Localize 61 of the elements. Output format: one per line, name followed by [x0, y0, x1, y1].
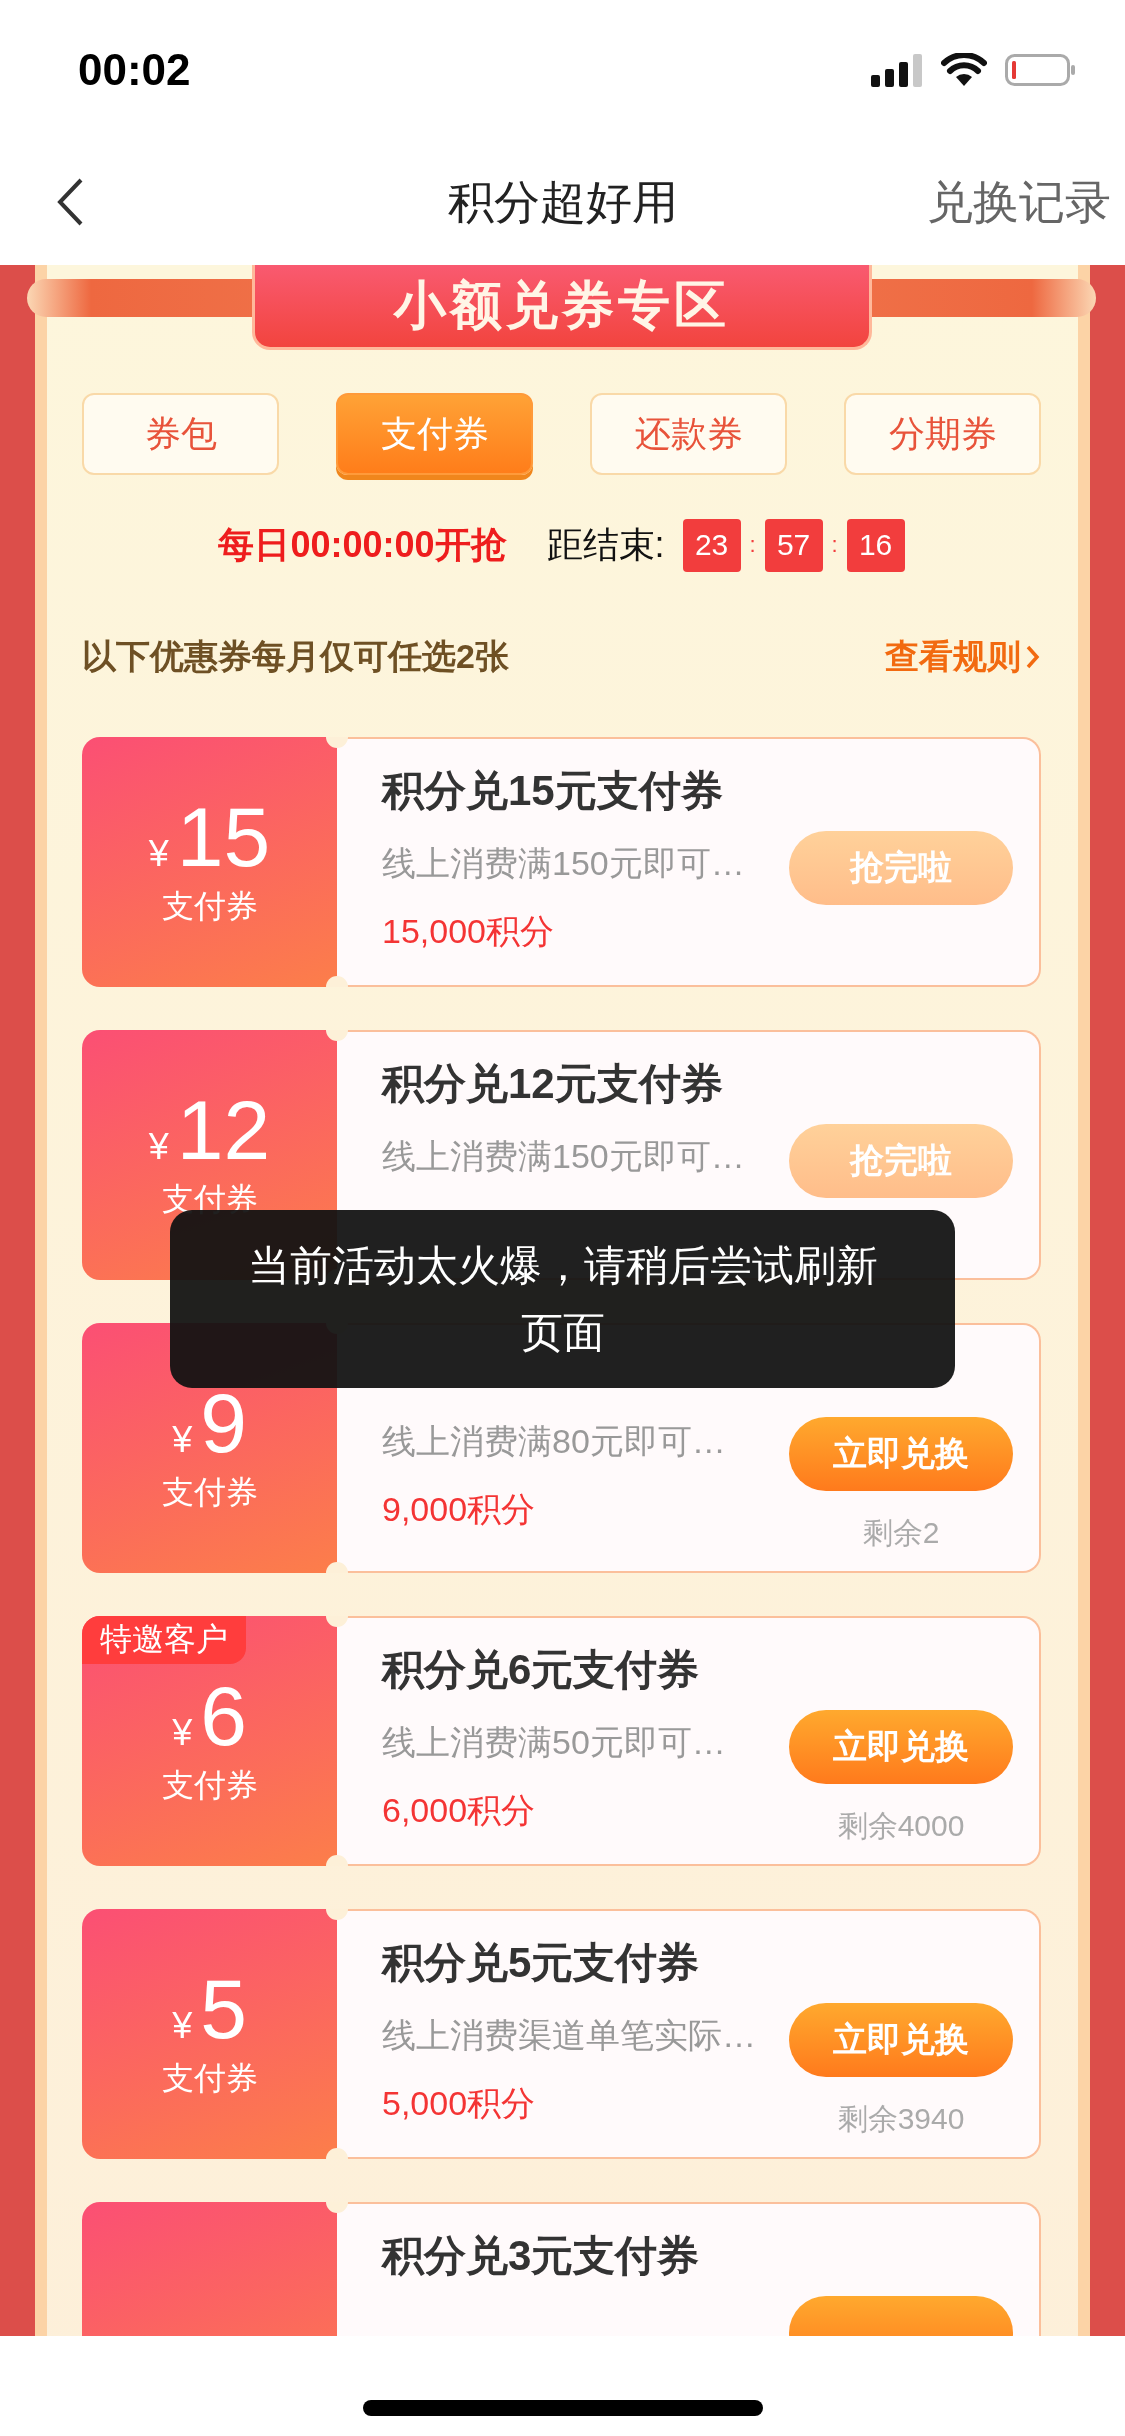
countdown-label: 距结束: [546, 522, 665, 567]
countdown-digits: 23 [682, 518, 741, 572]
notice-text: 以下优惠券每月仅可任选2张 [82, 636, 509, 677]
remaining-count: 剩余3940 [837, 2101, 965, 2137]
ticket-notch [326, 1909, 348, 1920]
redeem-button[interactable]: 立即兑换 [789, 2003, 1013, 2077]
countdown-digits: 16 [846, 518, 905, 572]
coupon-description: 线上消费满150元即可… [382, 843, 746, 884]
ticket-notch [326, 737, 348, 748]
rules-link[interactable]: 查看规则 [885, 634, 1041, 680]
start-time-text: 每日00:00:00开抢 [218, 522, 507, 567]
coupon-type: 支付券 [161, 2059, 258, 2098]
remaining-count: 剩余2 [862, 1515, 940, 1551]
points-cost: 15,000积分 [382, 911, 555, 952]
coupon-title: 积分兑6元支付券 [382, 1645, 701, 1695]
ticket-notch [326, 1855, 348, 1866]
coupon-title: 积分兑15元支付券 [382, 766, 724, 816]
ticket-notch [326, 2148, 348, 2159]
chevron-icon [1025, 643, 1041, 671]
ticket-notch [326, 1030, 348, 1041]
coupon-description: 线上消费满150元即可… [382, 1136, 746, 1177]
countdown-digits: 57 [764, 518, 823, 572]
redeem-button[interactable]: 立即兑换 [789, 1710, 1013, 1784]
points-cost: 5,000积分 [382, 2083, 537, 2124]
coupon-amount: ¥5 [172, 1967, 247, 2051]
coupon-title: 积分兑3元支付券 [382, 2231, 701, 2281]
coupon-amount: ¥12 [148, 1088, 271, 1172]
ticket-notch [326, 1616, 348, 1627]
coupon-amount: ¥15 [148, 795, 271, 879]
coupon-type: 支付券 [161, 887, 258, 926]
coupon-title: 积分兑12元支付券 [382, 1059, 724, 1109]
coupon-title: 积分兑5元支付券 [382, 1938, 701, 1988]
banner-title: 小额兑券专区 [251, 265, 872, 350]
coupon-type: 支付券 [161, 1766, 258, 1805]
ticket-notch [326, 976, 348, 987]
countdown-separator: : [748, 532, 757, 558]
redeem-button[interactable]: 抢完啦 [789, 831, 1013, 905]
remaining-count: 剩余4000 [837, 1808, 965, 1844]
back-icon[interactable] [56, 177, 84, 227]
signal-icon [871, 53, 923, 87]
status-time: 00:02 [78, 45, 191, 95]
exchange-history-link[interactable]: 兑换记录 [927, 171, 1111, 234]
ticket-notch [326, 2202, 348, 2213]
coupon-type: 支付券 [161, 1473, 258, 1512]
vip-badge: 特邀客户 [82, 1616, 246, 1664]
battery-icon [1005, 53, 1077, 87]
redeem-button[interactable]: 立即兑换 [789, 1417, 1013, 1491]
ticket-notch [326, 1562, 348, 1573]
redeem-button[interactable]: 抢完啦 [789, 1124, 1013, 1198]
coupon-description: 线上消费满50元即可… [382, 1722, 727, 1763]
coupon-description: 线上消费渠道单笔实际… [382, 2015, 757, 2056]
page-title: 积分超好用 [447, 174, 678, 230]
category-tab[interactable]: 还款券 [590, 393, 787, 475]
coupon-amount: ¥6 [172, 1674, 247, 1758]
coupon-description: 线上消费满80元即可… [382, 1421, 727, 1462]
category-tab[interactable]: 分期券 [844, 393, 1041, 475]
category-tab[interactable]: 券包 [82, 393, 279, 475]
points-cost: 6,000积分 [382, 1790, 537, 1831]
wifi-icon [941, 53, 987, 87]
countdown-separator: : [830, 532, 839, 558]
points-cost: 9,000积分 [382, 1489, 537, 1530]
